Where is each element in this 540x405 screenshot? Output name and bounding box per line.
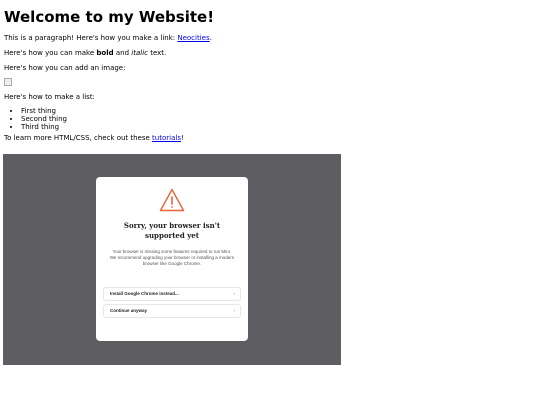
install-chrome-button[interactable]: Install Google Chrome instead... › [103, 287, 241, 301]
paragraph-text: Here's how you can make [4, 49, 97, 57]
paragraph-end: . [209, 34, 212, 42]
bold-text: bold [96, 49, 114, 57]
paragraph-image: Here's how you can add an image: [4, 64, 126, 72]
list-item: Second thing [21, 115, 534, 123]
dialog-description-line: We recommend upgrading your browser or i… [109, 255, 235, 266]
page-title: Welcome to my Website! [4, 8, 215, 26]
paragraph-tutorials: To learn more HTML/CSS, check out these … [4, 134, 534, 143]
continue-anyway-button[interactable]: Continue anyway › [103, 304, 241, 318]
tutorials-link[interactable]: tutorials [152, 134, 181, 142]
page-content: Welcome to my Website! This is a paragra… [4, 6, 534, 143]
chevron-right-icon: › [233, 291, 236, 296]
italic-text: italic [131, 49, 148, 57]
option-label: Continue anyway [110, 308, 148, 313]
paragraph-end: ! [180, 134, 184, 142]
dialog-description: Your browser is missing some features re… [106, 249, 238, 267]
paragraph-formatting: Here's how you can make bold and italic … [4, 49, 534, 58]
paragraph-text: and [113, 49, 132, 57]
neocities-link[interactable]: Neocities [177, 34, 209, 42]
paragraph-link: This is a paragraph! Here's how you make… [4, 34, 534, 43]
paragraph-text: This is a paragraph! Here's how you make… [4, 34, 178, 42]
unsupported-browser-dialog: Sorry, your browser isn't supported yet … [96, 177, 248, 341]
list-item: Third thing [21, 123, 534, 131]
dialog-title: Sorry, your browser isn't supported yet [123, 221, 221, 240]
list-item: First thing [21, 107, 534, 115]
broken-image-icon [4, 78, 12, 86]
embedded-app-frame: Sorry, your browser isn't supported yet … [3, 154, 341, 365]
paragraph-text: To learn more HTML/CSS, check out these [4, 134, 153, 142]
paragraph-list-intro: Here's how to make a list: [4, 93, 95, 101]
paragraph-text: text. [147, 49, 167, 57]
bullet-list: First thing Second thing Third thing [4, 107, 534, 131]
option-label: Install Google Chrome instead... [110, 291, 179, 296]
chevron-right-icon: › [233, 308, 236, 313]
warning-icon [159, 188, 185, 212]
